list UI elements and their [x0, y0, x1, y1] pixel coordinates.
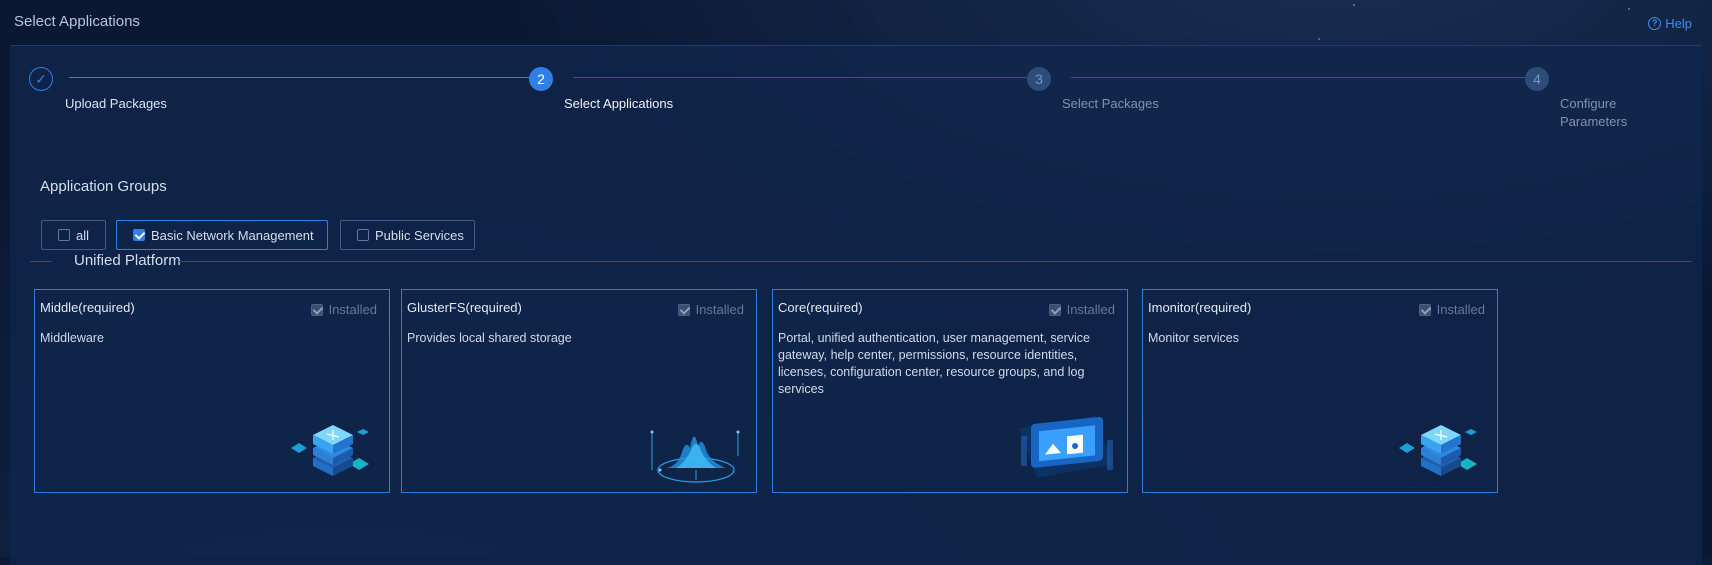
card-description: Portal, unified authentication, user man… — [778, 331, 1090, 396]
help-icon: ? — [1648, 17, 1662, 30]
step-connector — [1071, 77, 1527, 78]
group-basic-network-management-label: Basic Network Management — [151, 227, 314, 243]
card-description: Middleware — [40, 331, 104, 345]
card-description: Monitor services — [1148, 331, 1239, 345]
installed-label: Installed — [328, 302, 377, 317]
storage-waves-icon — [650, 430, 740, 483]
group-public-services-label: Public Services — [375, 227, 464, 243]
section-divider — [30, 261, 52, 262]
checkbox-disabled-icon — [677, 303, 690, 316]
card-title: Middle(required) — [40, 300, 135, 315]
step-connector — [69, 77, 529, 78]
installed-indicator: Installed — [310, 302, 377, 317]
group-public-services-button[interactable]: Public Services — [340, 220, 475, 250]
app-card-middle[interactable]: Middle(required) Installed Middleware — [34, 289, 390, 493]
card-title: GlusterFS(required) — [407, 300, 522, 315]
background-star — [1318, 38, 1320, 40]
checkbox-checked-icon[interactable] — [133, 229, 145, 241]
stacked-cubes-icon — [291, 425, 369, 476]
checkbox-disabled-icon — [1048, 303, 1061, 316]
installed-label: Installed — [695, 302, 744, 317]
help-link[interactable]: ? Help — [1648, 16, 1692, 31]
application-groups-title: Application Groups — [40, 178, 167, 195]
installed-label: Installed — [1436, 302, 1485, 317]
step-3-label: Select Packages — [1062, 96, 1159, 111]
installed-indicator: Installed — [677, 302, 744, 317]
section-title: Unified Platform — [74, 252, 181, 269]
checkbox-unchecked-icon[interactable] — [58, 229, 70, 241]
app-card-imonitor[interactable]: Imonitor(required) Installed Monitor ser… — [1142, 289, 1498, 493]
step-4-circle: 4 — [1525, 67, 1549, 91]
step-2-label: Select Applications — [564, 96, 674, 111]
step-2-circle: 2 — [529, 67, 553, 91]
app-card-glusterfs[interactable]: GlusterFS(required) Installed Provides l… — [401, 289, 757, 493]
help-label: Help — [1665, 16, 1692, 31]
card-description: Provides local shared storage — [407, 331, 572, 345]
checkbox-disabled-icon — [1418, 303, 1431, 316]
checkbox-disabled-icon — [310, 303, 323, 316]
installed-indicator: Installed — [1418, 302, 1485, 317]
step-1-check-icon: ✓ — [29, 67, 53, 91]
page-title: Select Applications — [14, 13, 140, 30]
background-star — [1628, 8, 1630, 10]
installed-label: Installed — [1066, 302, 1115, 317]
group-all-label: all — [76, 227, 90, 243]
section-divider — [179, 261, 1692, 262]
stacked-cubes-icon — [1399, 425, 1477, 476]
group-all-button[interactable]: all — [41, 220, 106, 250]
installed-indicator: Installed — [1048, 302, 1115, 317]
background-star — [1353, 4, 1355, 6]
wizard-panel: ✓ Upload Packages 2 Select Applications … — [10, 45, 1702, 565]
app-card-core[interactable]: Core(required) Installed Portal, unified… — [772, 289, 1128, 493]
step-1-label: Upload Packages — [65, 96, 167, 111]
step-4-label: Configure Parameters — [1560, 96, 1628, 129]
card-title: Imonitor(required) — [1148, 300, 1252, 315]
group-basic-network-management-button[interactable]: Basic Network Management — [116, 220, 328, 250]
portal-screen-icon — [1019, 416, 1113, 478]
checkbox-unchecked-icon[interactable] — [357, 229, 369, 241]
unified-platform-section: Unified Platform — [30, 252, 1692, 269]
card-title: Core(required) — [778, 300, 863, 315]
step-3-circle: 3 — [1027, 67, 1051, 91]
step-connector — [573, 77, 1028, 78]
